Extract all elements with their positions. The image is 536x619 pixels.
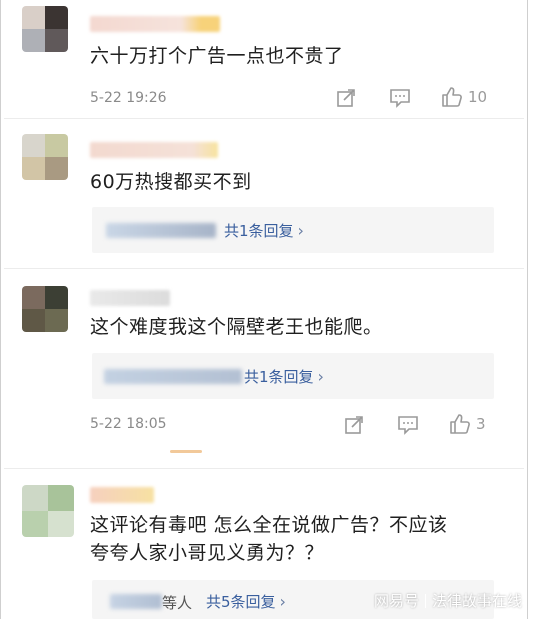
watermark-account: 法律故事在线 [431, 592, 522, 610]
divider [4, 268, 524, 269]
right-frame-line [527, 0, 528, 619]
chevron-right-icon: › [279, 592, 286, 611]
watermark-brand: 网易号 [373, 592, 419, 610]
reply-prefix: 等人 [162, 594, 193, 612]
decorative-line [170, 450, 202, 453]
share-button[interactable] [336, 88, 356, 108]
share-button[interactable] [344, 415, 364, 435]
reply-preview[interactable]: 共1条回复 › [92, 207, 494, 253]
reply-count: 共1条回复 [224, 222, 294, 240]
like-button[interactable]: 3 [449, 413, 486, 435]
avatar[interactable] [22, 485, 74, 537]
username[interactable] [90, 290, 170, 306]
watermark: 网易号 法律故事在线 [374, 590, 522, 611]
username[interactable] [90, 142, 218, 158]
reply-preview[interactable]: 共1条回复 › [92, 353, 494, 399]
reply-count: 共5条回复 [206, 593, 276, 611]
comment-text: 这个难度我这个隔壁老王也能爬。 [90, 316, 383, 338]
view-replies-link[interactable]: 共1条回复 › [224, 220, 304, 241]
comment-text-line-1: 这评论有毒吧 怎么全在说做广告？不应该 [90, 514, 448, 536]
comment-button[interactable] [389, 88, 411, 108]
comment-button[interactable] [397, 415, 419, 435]
comment-time: 5-22 18:05 [90, 416, 167, 432]
divider [4, 468, 524, 469]
like-count: 3 [476, 415, 486, 433]
username[interactable] [90, 16, 220, 32]
reply-username [104, 369, 242, 384]
avatar[interactable] [22, 134, 68, 180]
reply-count: 共1条回复 [244, 368, 314, 386]
like-button[interactable]: 10 [441, 86, 487, 108]
comment-text: 60万热搜都买不到 [90, 171, 252, 193]
comment-time: 5-22 19:26 [90, 90, 167, 106]
comment-text-line-2: 夸夸人家小哥见义勇为？？ [90, 542, 325, 564]
comment-icon [390, 89, 410, 108]
thumbs-up-icon [442, 87, 462, 107]
reply-username [110, 594, 162, 609]
like-count: 10 [468, 88, 488, 106]
share-icon [345, 416, 363, 434]
username[interactable] [90, 487, 154, 503]
avatar[interactable] [22, 286, 68, 332]
avatar[interactable] [22, 6, 68, 52]
comment-text: 六十万打个广告一点也不贵了 [90, 45, 344, 67]
share-icon [337, 89, 355, 107]
divider [4, 118, 524, 119]
watermark-separator [424, 593, 426, 608]
view-replies-link[interactable]: 共1条回复 › [244, 366, 324, 387]
chevron-right-icon: › [297, 221, 304, 240]
view-replies-link[interactable]: 共5条回复 › [206, 591, 286, 612]
reply-username [106, 223, 216, 238]
comment-icon [398, 416, 418, 435]
left-frame-line [0, 0, 1, 619]
thumbs-up-icon [450, 414, 470, 434]
chevron-right-icon: › [317, 367, 324, 386]
